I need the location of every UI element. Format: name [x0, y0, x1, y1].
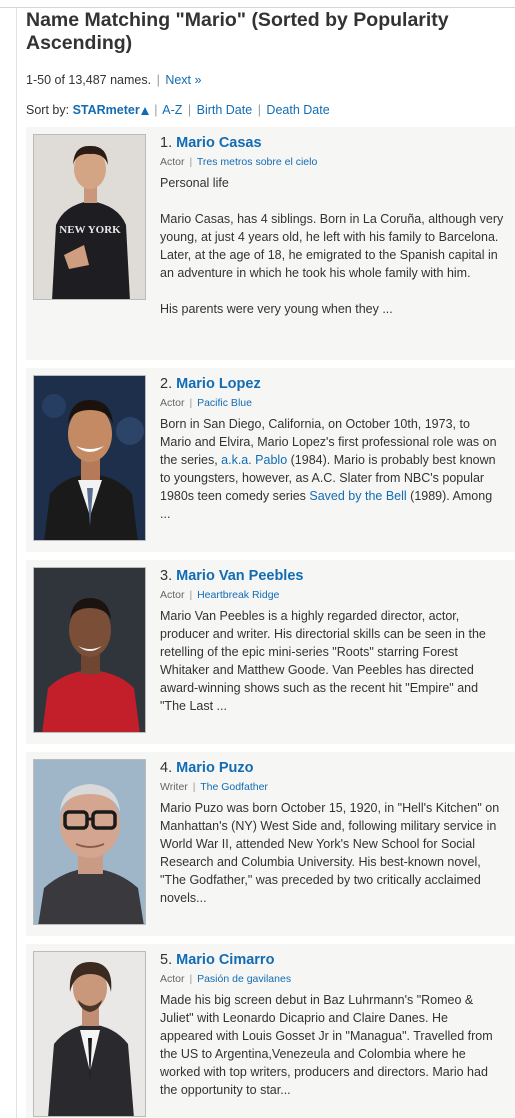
result-bio: Made his big screen debut in Baz Luhrman…: [160, 991, 504, 1099]
headshot-photo[interactable]: [33, 375, 146, 541]
result-name-row: 3. Mario Van Peebles: [160, 567, 504, 585]
result-bio: Mario Van Peebles is a highly regarded d…: [160, 607, 504, 715]
search-results-section: Name Matching "Mario" (Sorted by Popular…: [26, 8, 515, 1118]
result-bio: Born in San Diego, California, on Octobe…: [160, 415, 504, 523]
result-details: 1. Mario Casas Actor | Tres metros sobre…: [160, 134, 504, 318]
result-name-link[interactable]: Mario Lopez: [176, 376, 261, 392]
result-bio: Mario Puzo was born October 15, 1920, in…: [160, 799, 504, 907]
left-divider: [16, 8, 17, 1118]
result-meta: Actor | Heartbreak Ridge: [160, 589, 280, 601]
result-rank: 4.: [160, 760, 173, 776]
bio-text: Mario Van Peebles is a highly regarded d…: [160, 609, 486, 713]
result-meta: Actor | Pasión de gavilanes: [160, 973, 292, 985]
result-role: Actor: [160, 589, 185, 601]
sort-starmeter-link[interactable]: STARmeter: [73, 103, 149, 117]
headshot-photo[interactable]: [33, 759, 146, 925]
sort-label: Sort by:: [26, 103, 70, 117]
result-meta: Writer | The Godfather: [160, 781, 268, 793]
bio-inline-link[interactable]: Saved by the Bell: [309, 489, 406, 503]
sort-ascending-icon: [140, 107, 149, 115]
result-details: 4. Mario Puzo Writer | The Godfather Mar…: [160, 759, 504, 907]
known-for-link[interactable]: Heartbreak Ridge: [197, 589, 279, 601]
result-details: 5. Mario Cimarro Actor | Pasión de gavil…: [160, 951, 504, 1099]
result-item: NEW YORK 1. Mario Casas Actor | Tres met…: [26, 127, 515, 360]
svg-text:NEW YORK: NEW YORK: [59, 224, 121, 236]
headshot-photo[interactable]: [33, 567, 146, 733]
known-for-link[interactable]: Pacific Blue: [197, 397, 252, 409]
bio-text: Mario Puzo was born October 15, 1920, in…: [160, 801, 500, 905]
result-item: 2. Mario Lopez Actor | Pacific Blue Born…: [26, 368, 515, 552]
known-for-link[interactable]: Pasión de gavilanes: [197, 973, 291, 985]
sort-bar: Sort by: STARmeter | A-Z | Birth Date | …: [26, 103, 330, 117]
sort-birth-date-link[interactable]: Birth Date: [197, 103, 253, 117]
headshot-photo[interactable]: [33, 951, 146, 1117]
next-page-link[interactable]: Next »: [165, 73, 201, 87]
result-name-link[interactable]: Mario Cimarro: [176, 952, 274, 968]
bio-text: Personal life Mario Casas, has 4 sibling…: [160, 176, 504, 316]
result-name-row: 2. Mario Lopez: [160, 375, 504, 393]
result-item: 5. Mario Cimarro Actor | Pasión de gavil…: [26, 944, 515, 1118]
result-name-link[interactable]: Mario Casas: [176, 135, 261, 151]
page-title: Name Matching "Mario" (Sorted by Popular…: [26, 9, 449, 54]
result-meta: Actor | Tres metros sobre el cielo: [160, 156, 318, 168]
result-meta: Actor | Pacific Blue: [160, 397, 252, 409]
result-name-row: 5. Mario Cimarro: [160, 951, 504, 969]
result-role: Actor: [160, 156, 185, 168]
result-name-row: 4. Mario Puzo: [160, 759, 504, 777]
result-count: 1-50 of 13,487 names.: [26, 73, 152, 87]
sort-az-link[interactable]: A-Z: [162, 103, 182, 117]
result-details: 3. Mario Van Peebles Actor | Heartbreak …: [160, 567, 504, 715]
known-for-link[interactable]: Tres metros sobre el cielo: [197, 156, 317, 168]
result-role: Actor: [160, 973, 185, 985]
result-item: 3. Mario Van Peebles Actor | Heartbreak …: [26, 560, 515, 744]
known-for-link[interactable]: The Godfather: [200, 781, 268, 793]
result-count-row: 1-50 of 13,487 names. | Next »: [26, 73, 202, 87]
result-role: Actor: [160, 397, 185, 409]
result-bio: Personal life Mario Casas, has 4 sibling…: [160, 174, 504, 318]
results-list: NEW YORK 1. Mario Casas Actor | Tres met…: [26, 127, 515, 1118]
result-details: 2. Mario Lopez Actor | Pacific Blue Born…: [160, 375, 504, 523]
top-navbar-edge: [0, 0, 515, 8]
result-rank: 1.: [160, 135, 173, 151]
bio-text: Made his big screen debut in Baz Luhrman…: [160, 993, 493, 1097]
result-name-row: 1. Mario Casas: [160, 134, 504, 152]
result-rank: 3.: [160, 568, 173, 584]
result-rank: 2.: [160, 376, 173, 392]
result-name-link[interactable]: Mario Van Peebles: [176, 568, 303, 584]
sort-death-date-link[interactable]: Death Date: [266, 103, 329, 117]
result-item: 4. Mario Puzo Writer | The Godfather Mar…: [26, 752, 515, 936]
result-role: Writer: [160, 781, 188, 793]
bio-inline-link[interactable]: a.k.a. Pablo: [221, 453, 287, 467]
result-rank: 5.: [160, 952, 173, 968]
headshot-photo[interactable]: NEW YORK: [33, 134, 146, 300]
result-name-link[interactable]: Mario Puzo: [176, 760, 253, 776]
